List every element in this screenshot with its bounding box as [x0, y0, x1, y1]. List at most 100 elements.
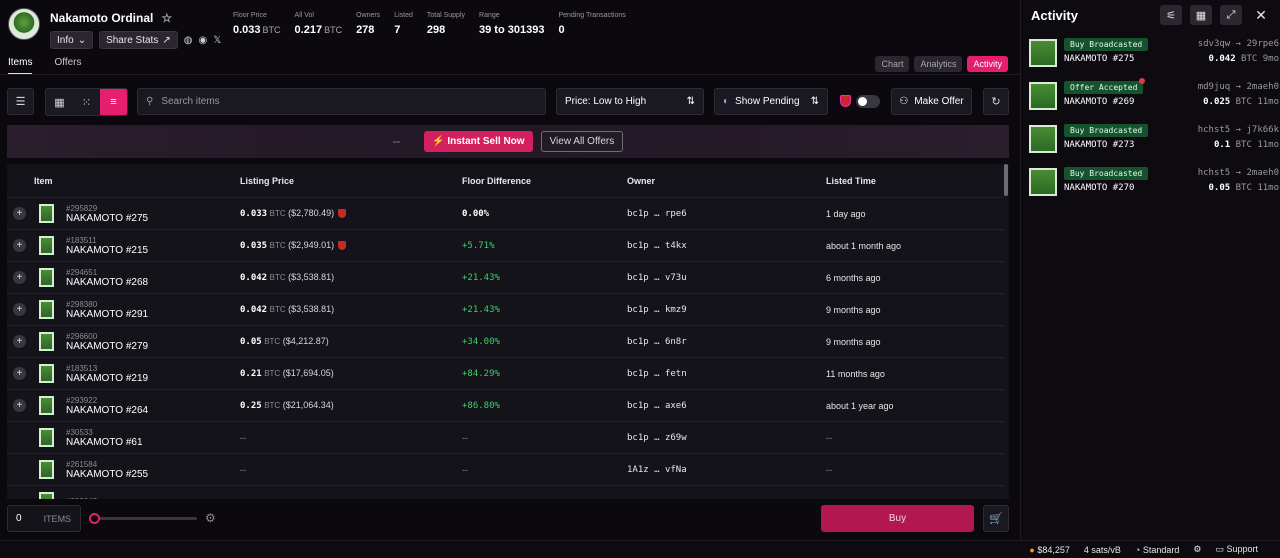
owner-cell[interactable]: 1A1z … vfNa — [627, 465, 826, 475]
table-row[interactable]: #30533 NAKAMOTO #61 -- -- bc1p … z69w -- — [7, 422, 1005, 454]
table-scrollbar[interactable] — [1004, 164, 1009, 499]
main-panel: Nakamoto Ordinal ☆ Info ⌄ Share Stats ↗ ◍ … — [0, 0, 1020, 540]
table-row[interactable]: + #296600 NAKAMOTO #279 0.05 BTC ($4,212.87… — [7, 326, 1005, 358]
activity-filter-icon[interactable]: ⚟ — [1160, 5, 1182, 25]
column-header[interactable]: Listed Time — [826, 176, 996, 186]
price-usd: ($4,212.87) — [282, 336, 329, 346]
refresh-button[interactable]: ↻ — [983, 88, 1009, 115]
listing-price-cell: 0.042 BTC ($3,538.81) — [240, 304, 462, 315]
filter-icon: ☰ — [15, 96, 26, 108]
make-offer-button[interactable]: ⚇ Make Offer — [891, 88, 972, 115]
speed-mode[interactable]: ◔ Standard — [1135, 545, 1179, 555]
from-address: md9juq — [1197, 82, 1231, 92]
globe-icon[interactable]: ◍ — [184, 35, 193, 46]
x-twitter-icon[interactable]: 𝕏 — [213, 35, 221, 46]
owner-cell[interactable]: bc1p … v73u — [627, 273, 826, 283]
owner-cell[interactable]: bc1p … kmz9 — [627, 305, 826, 315]
item-info: #183513 NAKAMOTO #219 — [66, 364, 148, 384]
owner-cell[interactable]: bc1p … rpe6 — [627, 209, 826, 219]
owner-prefix: bc1p — [627, 336, 649, 347]
info-dropdown-button[interactable]: Info ⌄ — [50, 31, 94, 49]
support-link[interactable]: ▭ Support — [1215, 544, 1258, 555]
sort-select[interactable]: Price: Low to High ⇅ — [556, 88, 704, 115]
add-to-cart-icon[interactable]: + — [13, 303, 26, 316]
add-to-cart-icon[interactable]: + — [13, 239, 26, 252]
add-to-cart-icon[interactable]: + — [13, 271, 26, 284]
activity-grid-icon[interactable]: ▦ — [1190, 5, 1212, 25]
add-to-cart-icon[interactable]: + — [13, 399, 26, 412]
activity-item[interactable]: Buy Broadcasted NAKAMOTO #275 sdv3qw → 29r… — [1029, 38, 1279, 72]
owner-cell[interactable]: bc1p … fetn — [627, 369, 826, 379]
expand-icon[interactable]: ⤢ — [1220, 5, 1242, 25]
table-scroll-thumb[interactable] — [1004, 164, 1008, 196]
price-usd: ($2,949.01) — [288, 240, 335, 250]
column-header[interactable]: Listing Price — [240, 176, 462, 186]
table-row[interactable]: + #295829 NAKAMOTO #275 0.033 BTC ($2,780.4… — [7, 198, 1005, 230]
fee-rate[interactable]: 4 sats/vB — [1084, 545, 1121, 555]
favorite-star-icon[interactable]: ☆ — [161, 11, 172, 25]
view-all-offers-button[interactable]: View All Offers — [540, 131, 624, 152]
owner-cell[interactable]: bc1p … z69w — [627, 433, 826, 443]
tab-analytics[interactable]: Analytics — [914, 56, 963, 72]
table-row[interactable]: #299845 — [7, 486, 1005, 499]
discord-icon[interactable]: ◉ — [198, 35, 207, 46]
table-header: Item Listing Price Floor Difference Owner Li… — [7, 164, 1005, 198]
quantity-slider[interactable] — [94, 517, 197, 520]
price-value: 0.05 — [240, 337, 262, 347]
app-root: Nakamoto Ordinal ☆ Info ⌄ Share Stats ↗ ◍ … — [0, 0, 1280, 558]
instant-sell-button[interactable]: ⚡ Instant Sell Now — [424, 131, 533, 152]
tab-activity[interactable]: Activity — [967, 56, 1008, 72]
add-to-cart-icon[interactable]: + — [13, 207, 26, 220]
search-input[interactable]: ⚲ Search items — [137, 88, 546, 115]
slider-handle[interactable] — [89, 513, 100, 524]
shield-toggle[interactable] — [856, 95, 880, 108]
owner-prefix: bc1p — [627, 208, 649, 219]
stat-label: Owners — [356, 12, 381, 19]
shield-filter-icon[interactable] — [840, 95, 851, 107]
table-row[interactable]: + #298380 NAKAMOTO #291 0.042 BTC ($3,538.8… — [7, 294, 1005, 326]
share-stats-button[interactable]: Share Stats ↗ — [99, 31, 178, 49]
activity-item-name: NAKAMOTO #269 — [1064, 97, 1135, 107]
column-header[interactable]: Owner — [627, 176, 826, 186]
slider-settings-gear-icon[interactable]: ⚙ — [205, 511, 216, 525]
activity-price-value: 0.042 — [1208, 54, 1236, 64]
add-to-cart-icon[interactable]: + — [13, 367, 26, 380]
filter-button[interactable]: ☰ — [7, 88, 34, 115]
column-header[interactable]: Floor Difference — [462, 176, 627, 186]
table-row[interactable]: #261584 NAKAMOTO #255 -- -- 1A1z … vfNa -- — [7, 454, 1005, 486]
listed-time-cell: 9 months ago — [826, 336, 881, 347]
close-icon[interactable]: ✕ — [1250, 5, 1272, 25]
activity-item[interactable]: Offer Accepted NAKAMOTO #269 md9juq → 2mae… — [1029, 78, 1279, 115]
cart-button[interactable]: 🛒 — [983, 505, 1009, 532]
table-row[interactable]: + #293922 NAKAMOTO #264 0.25 BTC ($21,064.3… — [7, 390, 1005, 422]
activity-item[interactable]: Buy Broadcasted NAKAMOTO #270 hchst5 → 2ma… — [1029, 167, 1279, 201]
owner-prefix: bc1p — [627, 240, 649, 251]
owner-cell[interactable]: bc1p … axe6 — [627, 401, 826, 411]
item-thumbnail — [39, 204, 54, 223]
show-pending-select[interactable]: ◐ Show Pending ⇅ — [714, 88, 828, 115]
item-name: NAKAMOTO #264 — [66, 404, 149, 416]
owner-cell[interactable]: bc1p … 6n8r — [627, 337, 826, 347]
share-label: Share Stats — [106, 34, 159, 46]
table-row[interactable]: + #294651 NAKAMOTO #268 0.042 BTC ($3,538.8… — [7, 262, 1005, 294]
table-row[interactable]: + #183511 NAKAMOTO #215 0.035 BTC ($2,949.0… — [7, 230, 1005, 262]
to-address: 2maeh0 — [1246, 82, 1279, 92]
header-divider — [0, 74, 1020, 75]
column-header[interactable]: Item — [34, 176, 240, 186]
grid-large-view-button[interactable]: ▦ — [46, 89, 73, 115]
list-view-button[interactable]: ≡ — [100, 89, 127, 115]
buy-button[interactable]: Buy — [821, 505, 974, 532]
quantity-input[interactable]: 0 ITEMS — [7, 505, 81, 532]
owner-cell[interactable]: bc1p … t4kx — [627, 241, 826, 251]
tab-offers[interactable]: Offers — [54, 57, 81, 75]
inscription-id: #294651 — [66, 267, 98, 277]
collection-header: Nakamoto Ordinal ☆ Info ⌄ Share Stats ↗ ◍ … — [8, 8, 221, 49]
settings-gear-icon[interactable]: ⚙ — [1193, 544, 1201, 555]
tab-items[interactable]: Items — [8, 57, 33, 75]
grid-small-view-button[interactable]: ⁙ — [73, 89, 100, 115]
table-row[interactable]: + #183513 NAKAMOTO #219 0.21 BTC ($17,694.0… — [7, 358, 1005, 390]
add-to-cart-icon[interactable]: + — [13, 335, 26, 348]
activity-item[interactable]: Buy Broadcasted NAKAMOTO #273 hchst5 → j7k… — [1029, 124, 1279, 158]
tab-chart[interactable]: Chart — [875, 56, 910, 72]
search-placeholder: Search items — [161, 96, 220, 107]
